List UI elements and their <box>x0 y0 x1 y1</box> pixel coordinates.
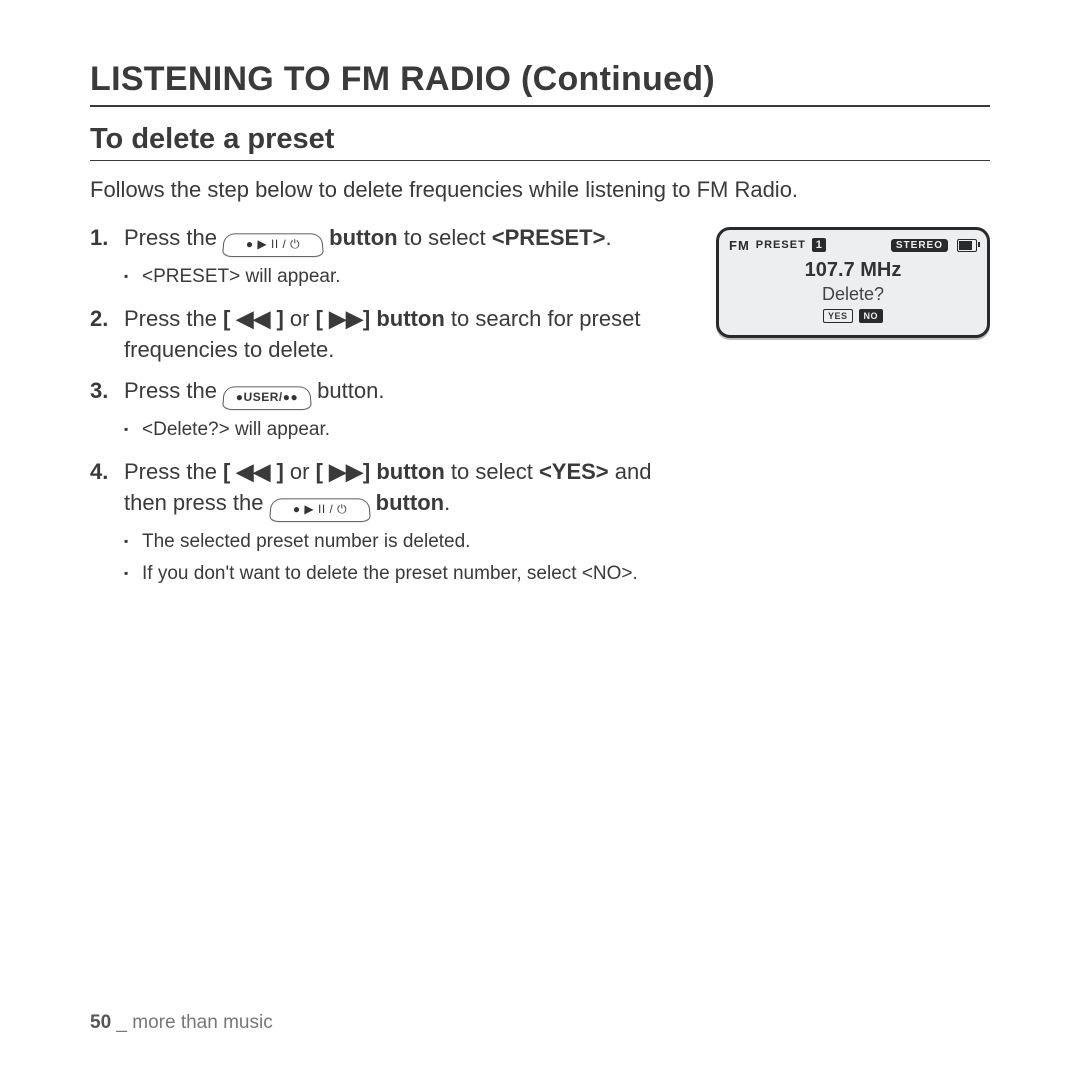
section-rule <box>90 160 990 161</box>
next-track-icon: ▶▶ <box>329 306 363 331</box>
text: or <box>290 459 316 484</box>
step-4-note-2: If you don't want to delete the preset n… <box>124 560 690 588</box>
device-preset-label: PRESET <box>756 239 806 251</box>
section-heading: To delete a preset <box>90 123 990 156</box>
text: Press the <box>124 459 223 484</box>
text-bold: button <box>329 225 397 250</box>
text: . <box>605 225 611 250</box>
device-frequency: 107.7 MHz <box>729 259 977 282</box>
text-bold: ] button <box>363 306 445 331</box>
device-fm-label: FM <box>729 238 750 253</box>
step-4-note-1: The selected preset number is deleted. <box>124 528 690 556</box>
text-bold: [ <box>223 306 236 331</box>
text-bold: [ <box>223 459 236 484</box>
device-delete-prompt: Delete? <box>729 284 977 305</box>
step-1-note: <PRESET> will appear. <box>124 263 690 291</box>
page-number: 50 <box>90 1012 111 1033</box>
step-1: Press the ● ▶ II / ⏻ button to select <P… <box>90 223 690 291</box>
device-yes-option: YES <box>823 309 853 323</box>
next-track-icon: ▶▶ <box>329 459 363 484</box>
text: . <box>444 490 450 515</box>
text: to select <box>404 225 492 250</box>
play-pause-power-button-icon: ● ▶ II / ⏻ <box>222 233 324 257</box>
text-bold: <YES> <box>539 459 609 484</box>
text: button. <box>317 378 384 403</box>
text: to select <box>451 459 539 484</box>
text-bold: ] button <box>363 459 445 484</box>
device-preset-number: 1 <box>812 238 826 252</box>
prev-track-icon: ◀◀ <box>237 306 271 331</box>
step-2: Press the [ ◀◀ ] or [ ▶▶] button to sear… <box>90 304 690 366</box>
user-rec-button-icon: ●USER/●● <box>222 386 312 410</box>
step-3: Press the ●USER/●● button. <Delete?> wil… <box>90 376 690 444</box>
page-title: LISTENING TO FM RADIO (Continued) <box>90 60 990 99</box>
prev-track-icon: ◀◀ <box>237 459 271 484</box>
text: Press the <box>124 225 223 250</box>
intro-text: Follows the step below to delete frequen… <box>90 175 990 205</box>
step-4: Press the [ ◀◀ ] or [ ▶▶] button to sele… <box>90 457 690 587</box>
text-bold: button <box>376 490 444 515</box>
text-bold: ] <box>270 306 283 331</box>
text: Press the <box>124 378 223 403</box>
footer-label: more than music <box>132 1012 272 1033</box>
text: Press the <box>124 306 223 331</box>
text-bold: ] <box>270 459 283 484</box>
title-rule <box>90 105 990 107</box>
text: or <box>290 306 316 331</box>
footer-sep: _ <box>111 1012 132 1033</box>
battery-icon <box>957 239 977 252</box>
device-no-option: NO <box>859 309 884 323</box>
device-stereo-badge: STEREO <box>891 239 948 252</box>
play-pause-power-button-icon: ● ▶ II / ⏻ <box>268 499 370 523</box>
step-3-note: <Delete?> will appear. <box>124 416 690 444</box>
text-bold: <PRESET> <box>492 225 606 250</box>
text-bold: [ <box>316 306 329 331</box>
text-bold: [ <box>316 459 329 484</box>
device-screen: FM PRESET 1 STEREO 107.7 MHz Delete? YES… <box>716 227 990 338</box>
page-footer: 50 _ more than music <box>90 1012 273 1034</box>
